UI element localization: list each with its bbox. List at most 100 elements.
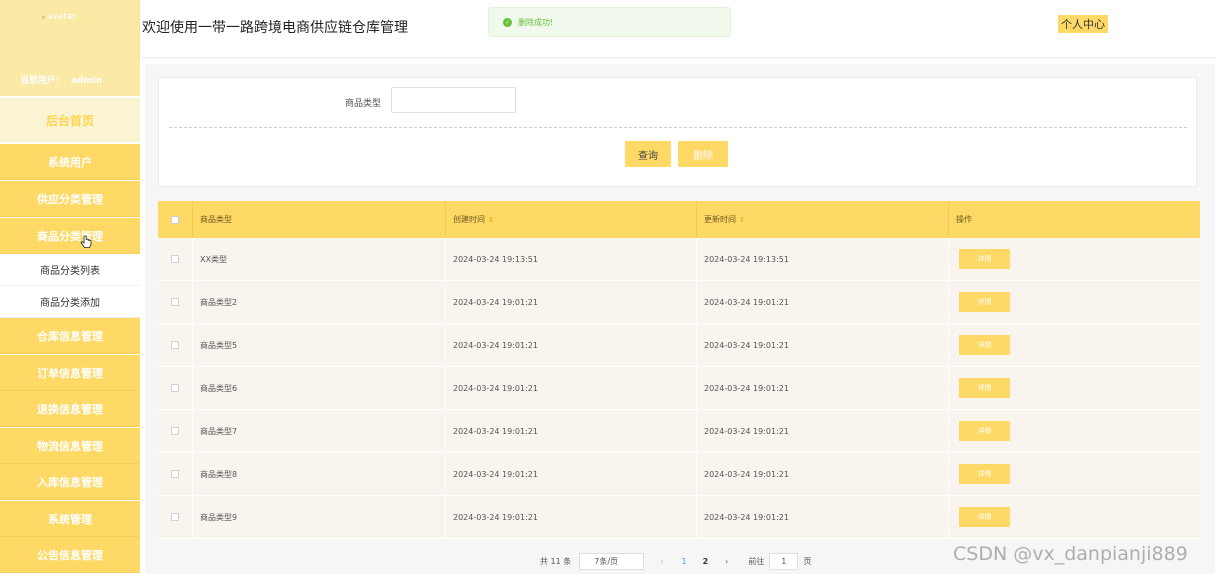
cell-created-time: 2024-03-24 19:01:21 xyxy=(446,367,697,409)
detail-button[interactable]: 详情 xyxy=(959,507,1010,527)
cell-created-time: 2024-03-24 19:01:21 xyxy=(446,496,697,538)
detail-button[interactable]: 详情 xyxy=(959,249,1010,269)
page-number-1[interactable]: 1 xyxy=(681,557,686,566)
detail-button[interactable]: 详情 xyxy=(959,464,1010,484)
detail-button[interactable]: 详情 xyxy=(959,421,1010,441)
sort-icon[interactable]: ⇕ xyxy=(739,216,745,224)
prev-page-button[interactable]: ‹ xyxy=(660,557,663,566)
product-type-input[interactable] xyxy=(391,87,516,113)
goto-page-input[interactable]: 1 xyxy=(769,552,799,570)
cell-actions: 详情 xyxy=(949,324,1200,366)
table-row: 商品类型8 2024-03-24 19:01:21 2024-03-24 19:01… xyxy=(158,453,1200,496)
sidebar-item-home[interactable]: 后台首页 xyxy=(0,98,140,142)
sidebar-item-supply-category[interactable]: 供应分类管理 xyxy=(0,181,140,217)
broken-image-icon xyxy=(42,15,45,19)
column-header-updated[interactable]: 更新时间 ⇕ xyxy=(697,201,949,238)
hand-cursor-icon xyxy=(80,235,92,248)
row-select-cell xyxy=(158,410,193,452)
row-checkbox[interactable] xyxy=(171,427,179,435)
success-toast: ✓ 删除成功! xyxy=(488,7,731,37)
sidebar-item-warehouse[interactable]: 仓库信息管理 xyxy=(0,318,140,354)
table-row: 商品类型9 2024-03-24 19:01:21 2024-03-24 19:01… xyxy=(158,496,1200,539)
column-header-actions: 操作 xyxy=(956,215,972,224)
cell-updated-time: 2024-03-24 19:01:21 xyxy=(697,410,949,452)
sidebar-item-product-category[interactable]: 商品分类管理 xyxy=(0,218,140,254)
table-body: XX类型 2024-03-24 19:13:51 2024-03-24 19:13:… xyxy=(158,238,1200,539)
sidebar-item-stock-in[interactable]: 入库信息管理 xyxy=(0,464,140,500)
row-checkbox[interactable] xyxy=(171,341,179,349)
goto-label: 前往 xyxy=(748,556,765,566)
detail-button[interactable]: 详情 xyxy=(959,378,1010,398)
pagination: 共 11 条 7条/页 ‹ 1 2 › 前往 1 页 xyxy=(540,552,811,570)
sidebar: avatar 当前用户： admin 后台首页 系统用户 供应分类管理 商品分类管… xyxy=(0,0,140,574)
avatar: avatar xyxy=(42,12,76,22)
delete-button[interactable]: 删除 xyxy=(678,141,728,167)
cell-product-type: 商品类型2 xyxy=(193,281,446,323)
cell-actions: 详情 xyxy=(949,410,1200,452)
cell-product-type: 商品类型7 xyxy=(193,410,446,452)
table-row: 商品类型7 2024-03-24 19:01:21 2024-03-24 19:01… xyxy=(158,410,1200,453)
sidebar-item-system-users[interactable]: 系统用户 xyxy=(0,144,140,180)
current-user: 当前用户： admin xyxy=(20,73,102,86)
row-checkbox[interactable] xyxy=(171,255,179,263)
column-created-label: 创建时间 xyxy=(453,215,485,224)
column-header-created[interactable]: 创建时间 ⇕ xyxy=(446,201,697,238)
search-label: 商品类型 xyxy=(345,99,382,109)
row-select-cell xyxy=(158,453,193,495)
row-checkbox[interactable] xyxy=(171,470,179,478)
cell-created-time: 2024-03-24 19:01:21 xyxy=(446,453,697,495)
detail-button[interactable]: 详情 xyxy=(959,292,1010,312)
cell-product-type: 商品类型8 xyxy=(193,453,446,495)
cell-actions: 详情 xyxy=(949,496,1200,538)
page-title: 欢迎使用一带一路跨境电商供应链仓库管理 xyxy=(142,20,408,36)
current-user-name: admin xyxy=(71,76,103,86)
detail-button[interactable]: 详情 xyxy=(959,335,1010,355)
sidebar-subitem-category-add[interactable]: 商品分类添加 xyxy=(0,286,140,318)
pagination-total: 共 11 条 xyxy=(540,556,572,566)
row-checkbox[interactable] xyxy=(171,513,179,521)
user-profile-panel: avatar 当前用户： admin xyxy=(0,0,140,96)
sidebar-item-orders[interactable]: 订单信息管理 xyxy=(0,355,140,391)
sort-icon[interactable]: ⇕ xyxy=(488,216,494,224)
user-center-link[interactable]: 个人中心 xyxy=(1058,15,1108,33)
page-number-2[interactable]: 2 xyxy=(703,557,709,566)
cell-updated-time: 2024-03-24 19:01:21 xyxy=(697,281,949,323)
cell-product-type: 商品类型9 xyxy=(193,496,446,538)
row-select-cell xyxy=(158,324,193,366)
row-select-cell xyxy=(158,496,193,538)
sidebar-item-announcements[interactable]: 公告信息管理 xyxy=(0,537,140,573)
divider xyxy=(169,127,1187,128)
sidebar-item-returns[interactable]: 退换信息管理 xyxy=(0,391,140,427)
top-header: 欢迎使用一带一路跨境电商供应链仓库管理 ✓ 删除成功! 个人中心 xyxy=(140,0,1215,58)
search-panel: 商品类型 查询 删除 xyxy=(158,77,1197,187)
table-row: 商品类型5 2024-03-24 19:01:21 2024-03-24 19:01… xyxy=(158,324,1200,367)
sidebar-item-logistics[interactable]: 物流信息管理 xyxy=(0,428,140,464)
cell-created-time: 2024-03-24 19:01:21 xyxy=(446,410,697,452)
table-row: XX类型 2024-03-24 19:13:51 2024-03-24 19:13:… xyxy=(158,238,1200,281)
row-checkbox[interactable] xyxy=(171,298,179,306)
row-checkbox[interactable] xyxy=(171,384,179,392)
query-button[interactable]: 查询 xyxy=(625,141,671,167)
select-all-cell xyxy=(158,201,193,238)
cell-updated-time: 2024-03-24 19:01:21 xyxy=(697,324,949,366)
next-page-button[interactable]: › xyxy=(725,557,728,566)
table-row: 商品类型6 2024-03-24 19:01:21 2024-03-24 19:01… xyxy=(158,367,1200,410)
cell-actions: 详情 xyxy=(949,281,1200,323)
cell-updated-time: 2024-03-24 19:01:21 xyxy=(697,367,949,409)
toast-message: 删除成功! xyxy=(518,17,554,27)
avatar-alt-text: avatar xyxy=(47,12,77,22)
cell-actions: 详情 xyxy=(949,238,1200,280)
cell-actions: 详情 xyxy=(949,367,1200,409)
cell-created-time: 2024-03-24 19:01:21 xyxy=(446,324,697,366)
sidebar-item-system-management[interactable]: 系统管理 xyxy=(0,501,140,537)
sidebar-subitem-category-list[interactable]: 商品分类列表 xyxy=(0,254,140,286)
page-size-select[interactable]: 7条/页 xyxy=(579,552,645,570)
cell-product-type: 商品类型6 xyxy=(193,367,446,409)
row-select-cell xyxy=(158,281,193,323)
watermark: CSDN @vx_danpianji889 xyxy=(953,543,1188,565)
cell-actions: 详情 xyxy=(949,453,1200,495)
cell-product-type: XX类型 xyxy=(193,238,446,280)
row-select-cell xyxy=(158,238,193,280)
select-all-checkbox[interactable] xyxy=(171,215,179,224)
cell-product-type: 商品类型5 xyxy=(193,324,446,366)
